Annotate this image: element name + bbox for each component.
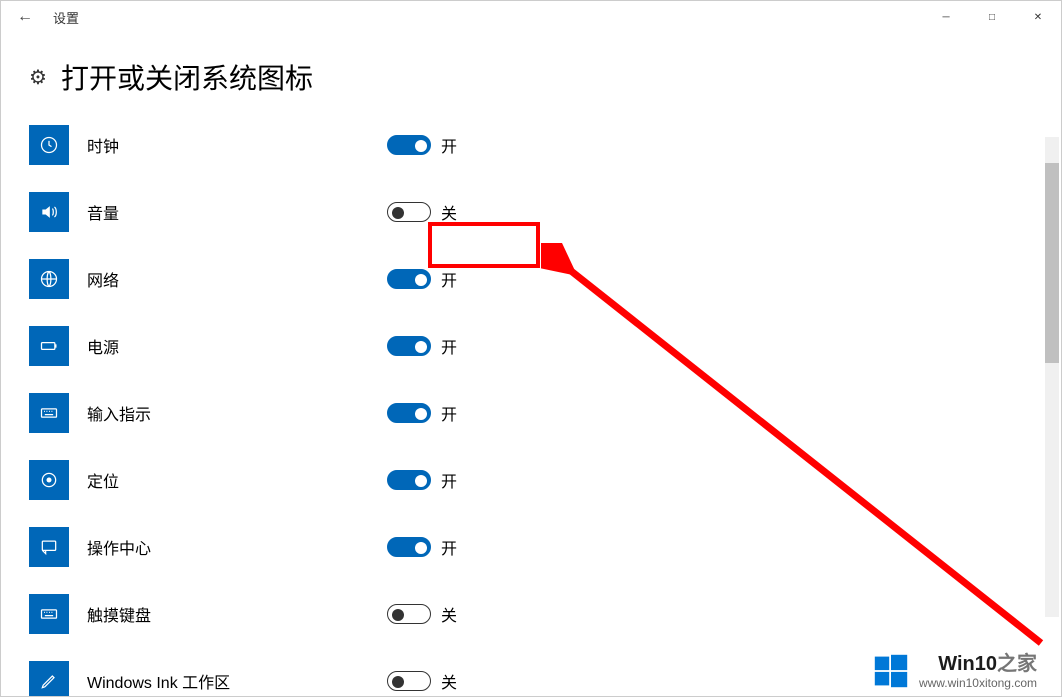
gear-icon: ⚙ — [29, 65, 47, 90]
setting-row-input: 输入指示 开 — [29, 393, 1033, 433]
setting-label: 操作中心 — [87, 535, 387, 559]
toggle-location[interactable] — [387, 470, 431, 490]
toggle-network[interactable] — [387, 269, 431, 289]
toggle-input[interactable] — [387, 403, 431, 423]
toggle-state-text: 开 — [441, 468, 457, 492]
setting-row-action: 操作中心 开 — [29, 527, 1033, 567]
setting-row-network: 网络 开 — [29, 259, 1033, 299]
keyboard-icon — [29, 594, 69, 634]
setting-row-power: 电源 开 — [29, 326, 1033, 366]
setting-label: Windows Ink 工作区 — [87, 669, 387, 693]
scrollbar-thumb[interactable] — [1045, 163, 1059, 363]
setting-label: 定位 — [87, 468, 387, 492]
toggle-volume[interactable] — [387, 202, 431, 222]
setting-label: 触摸键盘 — [87, 602, 387, 626]
setting-label: 电源 — [87, 334, 387, 358]
toggle-state-text: 开 — [441, 334, 457, 358]
page-title: 打开或关闭系统图标 — [61, 57, 313, 97]
back-button[interactable]: ← — [1, 8, 49, 26]
maximize-button[interactable]: □ — [969, 1, 1015, 33]
pen-icon — [29, 661, 69, 696]
toggle-state-text: 开 — [441, 267, 457, 291]
battery-icon — [29, 326, 69, 366]
toggle-state-text: 开 — [441, 535, 457, 559]
setting-row-ink: Windows Ink 工作区 关 — [29, 661, 1033, 696]
volume-icon — [29, 192, 69, 232]
setting-label: 音量 — [87, 200, 387, 224]
title-bar: ← 设置 ─ □ ✕ — [1, 1, 1061, 33]
toggle-state-text: 开 — [441, 133, 457, 157]
globe-icon — [29, 259, 69, 299]
toggle-ink[interactable] — [387, 671, 431, 691]
setting-label: 输入指示 — [87, 401, 387, 425]
window-title: 设置 — [53, 8, 79, 27]
minimize-button[interactable]: ─ — [923, 1, 969, 33]
toggle-power[interactable] — [387, 336, 431, 356]
clock-icon — [29, 125, 69, 165]
toggle-state-text: 关 — [441, 602, 457, 626]
setting-row-clock: 时钟 开 — [29, 125, 1033, 165]
toggle-state-text: 关 — [441, 669, 457, 693]
setting-row-location: 定位 开 — [29, 460, 1033, 500]
toggle-touchkb[interactable] — [387, 604, 431, 624]
action-icon — [29, 527, 69, 567]
toggle-action[interactable] — [387, 537, 431, 557]
setting-row-touchkb: 触摸键盘 关 — [29, 594, 1033, 634]
setting-label: 时钟 — [87, 133, 387, 157]
setting-row-volume: 音量 关 — [29, 192, 1033, 232]
target-icon — [29, 460, 69, 500]
toggle-state-text: 开 — [441, 401, 457, 425]
toggle-state-text: 关 — [441, 200, 457, 224]
keyboard-icon — [29, 393, 69, 433]
setting-label: 网络 — [87, 267, 387, 291]
close-button[interactable]: ✕ — [1015, 1, 1061, 33]
toggle-clock[interactable] — [387, 135, 431, 155]
